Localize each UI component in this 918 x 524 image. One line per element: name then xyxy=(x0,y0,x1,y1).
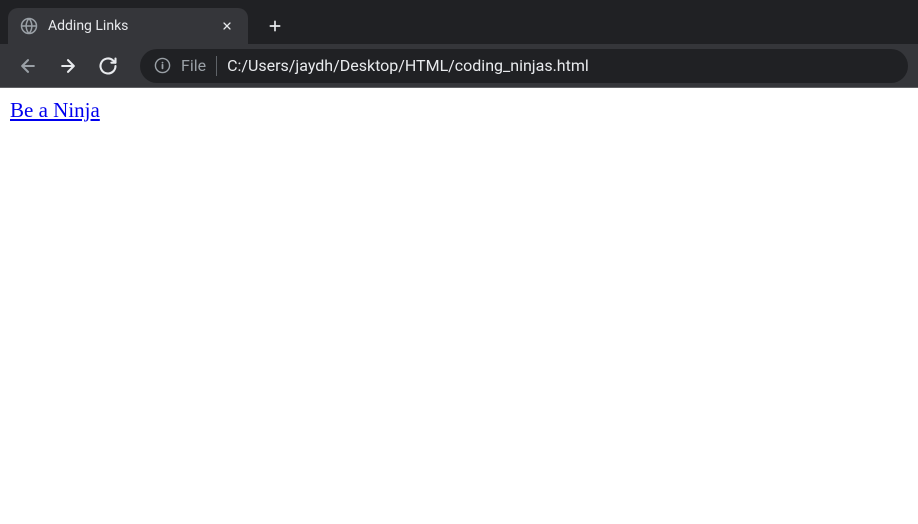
address-bar[interactable]: File C:/Users/jaydh/Desktop/HTML/coding_… xyxy=(140,49,908,83)
separator xyxy=(216,56,217,76)
toolbar: File C:/Users/jaydh/Desktop/HTML/coding_… xyxy=(0,44,918,88)
globe-icon xyxy=(20,17,38,35)
close-tab-button[interactable] xyxy=(218,17,236,35)
page-content: Be a Ninja xyxy=(0,88,918,133)
tab-title: Adding Links xyxy=(48,18,148,34)
site-info-button[interactable] xyxy=(154,57,171,74)
back-button[interactable] xyxy=(10,48,46,84)
reload-button[interactable] xyxy=(90,48,126,84)
browser-chrome: Adding Links xyxy=(0,0,918,88)
browser-tab[interactable]: Adding Links xyxy=(8,8,248,44)
tab-bar: Adding Links xyxy=(0,0,918,44)
protocol-label: File xyxy=(181,56,206,75)
forward-button[interactable] xyxy=(50,48,86,84)
url-text: C:/Users/jaydh/Desktop/HTML/coding_ninja… xyxy=(227,56,589,75)
ninja-link[interactable]: Be a Ninja xyxy=(10,98,100,122)
new-tab-button[interactable] xyxy=(260,11,290,41)
